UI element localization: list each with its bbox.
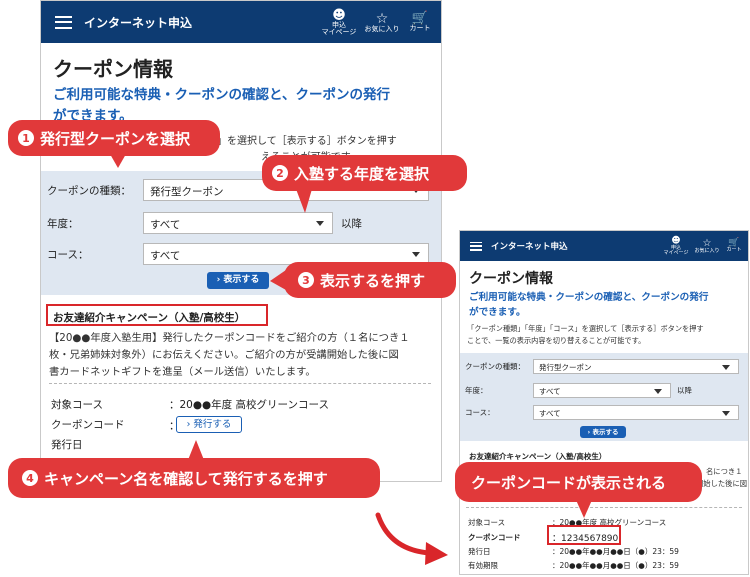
course-select[interactable]: すべて xyxy=(533,405,739,420)
menu-icon[interactable] xyxy=(55,15,72,29)
callout-step-2: 2 入塾する年度を選択 xyxy=(262,155,467,191)
divider xyxy=(466,507,742,508)
course-value: すべて xyxy=(539,409,561,418)
issue-button-label: 発行する xyxy=(193,419,232,430)
header-title: インターネット申込 xyxy=(491,242,568,252)
chevron-down-icon xyxy=(722,364,730,370)
favorites-button[interactable]: ☆ お気に入り xyxy=(692,237,722,254)
page-lead-2: ができます。 xyxy=(469,307,526,318)
coupon-type-value: 発行型クーポン xyxy=(150,186,224,198)
issue-date-label: 発行日 xyxy=(468,547,491,556)
mypage-label-2: マイページ xyxy=(663,249,689,256)
callout-step-4-text: キャンペーン名を確認して発行するを押す xyxy=(44,469,328,488)
callout-step-3-text: 表示するを押す xyxy=(320,271,426,290)
target-course-value: ：20●●年度 高校グリーンコース xyxy=(169,399,329,411)
cart-button[interactable]: 🛒 カート xyxy=(403,12,437,32)
page-lead-1: ご利用可能な特典・クーポンの確認と、クーポンの発行 xyxy=(53,87,390,103)
issue-date-value: ：20●●年●●月●●日（●）23：59 xyxy=(552,547,679,556)
coupon-type-label: クーポンの種類： xyxy=(47,184,131,197)
favorites-button[interactable]: ☆ お気に入り xyxy=(361,12,403,33)
menu-icon[interactable] xyxy=(470,241,482,251)
app-header: インターネット申込 ☻ 申込 マイページ ☆ お気に入り 🛒 カート xyxy=(460,231,748,261)
page-lead-1: ご利用可能な特典・クーポンの確認と、クーポンの発行 xyxy=(469,292,709,303)
step-number-4: 4 xyxy=(22,470,38,486)
chevron-down-icon xyxy=(412,252,420,257)
course-value: すべて xyxy=(150,250,181,262)
course-label: コース： xyxy=(465,408,495,417)
filter-form: クーポンの種類： 発行型クーポン 年度： すべて 以降 コース： すべて › 表… xyxy=(460,353,748,441)
year-suffix: 以降 xyxy=(677,386,692,395)
flow-arrow xyxy=(375,512,433,556)
right-screenshot: インターネット申込 ☻ 申込 マイページ ☆ お気に入り 🛒 カート クーポン情… xyxy=(459,230,749,575)
campaign-title: お友達紹介キャンペーン（入塾/高校生） xyxy=(469,452,607,461)
issue-date-label: 発行日 xyxy=(51,439,83,451)
campaign-body-1: 【20●●年度入塾生用】発行したクーポンコードをご紹介の方（１名につき１ xyxy=(49,332,410,344)
page-desc-fragment: 」を選択して［表示する］ボタンを押す xyxy=(217,136,397,147)
callout-step-1: 1 発行型クーポンを選択 xyxy=(8,120,220,156)
coupon-type-select[interactable]: 発行型クーポン xyxy=(533,359,739,374)
coupon-code-label: クーポンコード xyxy=(51,419,125,431)
mypage-button[interactable]: ☻ 申込 マイページ xyxy=(317,9,361,36)
chevron-down-icon xyxy=(722,410,730,416)
chevron-down-icon xyxy=(654,388,662,394)
step-number-3: 3 xyxy=(298,272,314,288)
page-desc-1: 「クーポン種類」「年度」「コース」を選択して［表示する］ボタンを押す xyxy=(467,324,704,333)
target-course-label: 対象コース xyxy=(468,518,506,527)
divider xyxy=(49,383,431,384)
show-button-label: 表示する xyxy=(592,428,619,436)
left-screenshot: インターネット申込 ☻ 申込 マイページ ☆ お気に入り 🛒 カート クーポン情… xyxy=(40,0,442,482)
callout-step-2-text: 入塾する年度を選択 xyxy=(294,164,430,183)
year-select[interactable]: すべて xyxy=(143,212,333,234)
course-label: コース： xyxy=(47,248,89,261)
step-number-2: 2 xyxy=(272,165,288,181)
show-button-label: 表示する xyxy=(223,275,260,285)
campaign-title-highlight xyxy=(46,304,268,326)
year-select[interactable]: すべて xyxy=(533,383,671,398)
callout-step-3: 3 表示するを押す xyxy=(284,262,456,298)
callout-step-1-text: 発行型クーポンを選択 xyxy=(40,129,191,148)
page-title: クーポン情報 xyxy=(469,271,553,287)
issue-button[interactable]: › 発行する xyxy=(176,416,242,433)
callout-result: クーポンコードが表示される xyxy=(455,462,702,502)
year-label: 年度： xyxy=(47,217,79,230)
coupon-code-label: クーポンコード xyxy=(468,533,521,542)
show-button[interactable]: › 表示する xyxy=(580,426,626,438)
app-header: インターネット申込 ☻ 申込 マイページ ☆ お気に入り 🛒 カート xyxy=(41,1,441,43)
campaign-body-fragment-2: 開始した後に図 xyxy=(696,479,748,488)
header-title: インターネット申込 xyxy=(84,15,193,30)
coupon-type-value: 発行型クーポン xyxy=(539,363,592,372)
year-value: すべて xyxy=(150,219,181,231)
page-title: クーポン情報 xyxy=(53,57,173,81)
star-icon: ☆ xyxy=(702,237,712,249)
expiry-date-label: 有効期限 xyxy=(468,561,498,570)
coupon-code-highlight xyxy=(547,525,621,545)
mypage-button[interactable]: ☻ 申込 マイページ xyxy=(660,236,692,256)
show-button[interactable]: › 表示する xyxy=(207,272,269,289)
cart-label: カート xyxy=(726,247,742,253)
target-course-label: 対象コース xyxy=(51,399,103,411)
campaign-body-3: 書カードネットギフトを進呈（メール送信）いたします。 xyxy=(49,366,316,378)
user-icon: ☻ xyxy=(332,7,346,23)
campaign-body-2: 枚・兄弟姉妹対象外）にお伝えください。ご紹介の方が受講開始した後に図 xyxy=(49,349,399,361)
favorites-label: お気に入り xyxy=(364,24,400,33)
coupon-type-label: クーポンの種類： xyxy=(465,362,525,371)
year-value: すべて xyxy=(539,387,561,396)
page-desc-2: ことで、一覧の表示内容を切り替えることが可能です。 xyxy=(467,336,646,345)
callout-result-text: クーポンコードが表示される xyxy=(471,473,667,492)
expiry-date-value: ：20●●年●●月●●日（●）23：59 xyxy=(552,561,679,570)
year-suffix: 以降 xyxy=(341,217,362,230)
cart-label: カート xyxy=(409,24,431,32)
year-label: 年度： xyxy=(465,386,488,395)
step-number-1: 1 xyxy=(18,130,34,146)
cart-button[interactable]: 🛒 カート xyxy=(722,239,746,253)
favorites-label: お気に入り xyxy=(694,247,720,254)
star-icon: ☆ xyxy=(375,10,389,27)
campaign-body-fragment-1: 名につき１ xyxy=(706,467,743,476)
callout-step-4: 4 キャンペーン名を確認して発行するを押す xyxy=(8,458,380,498)
chevron-down-icon xyxy=(316,221,324,226)
mypage-label-2: マイページ xyxy=(321,27,357,36)
flow-arrow-head xyxy=(425,542,448,565)
